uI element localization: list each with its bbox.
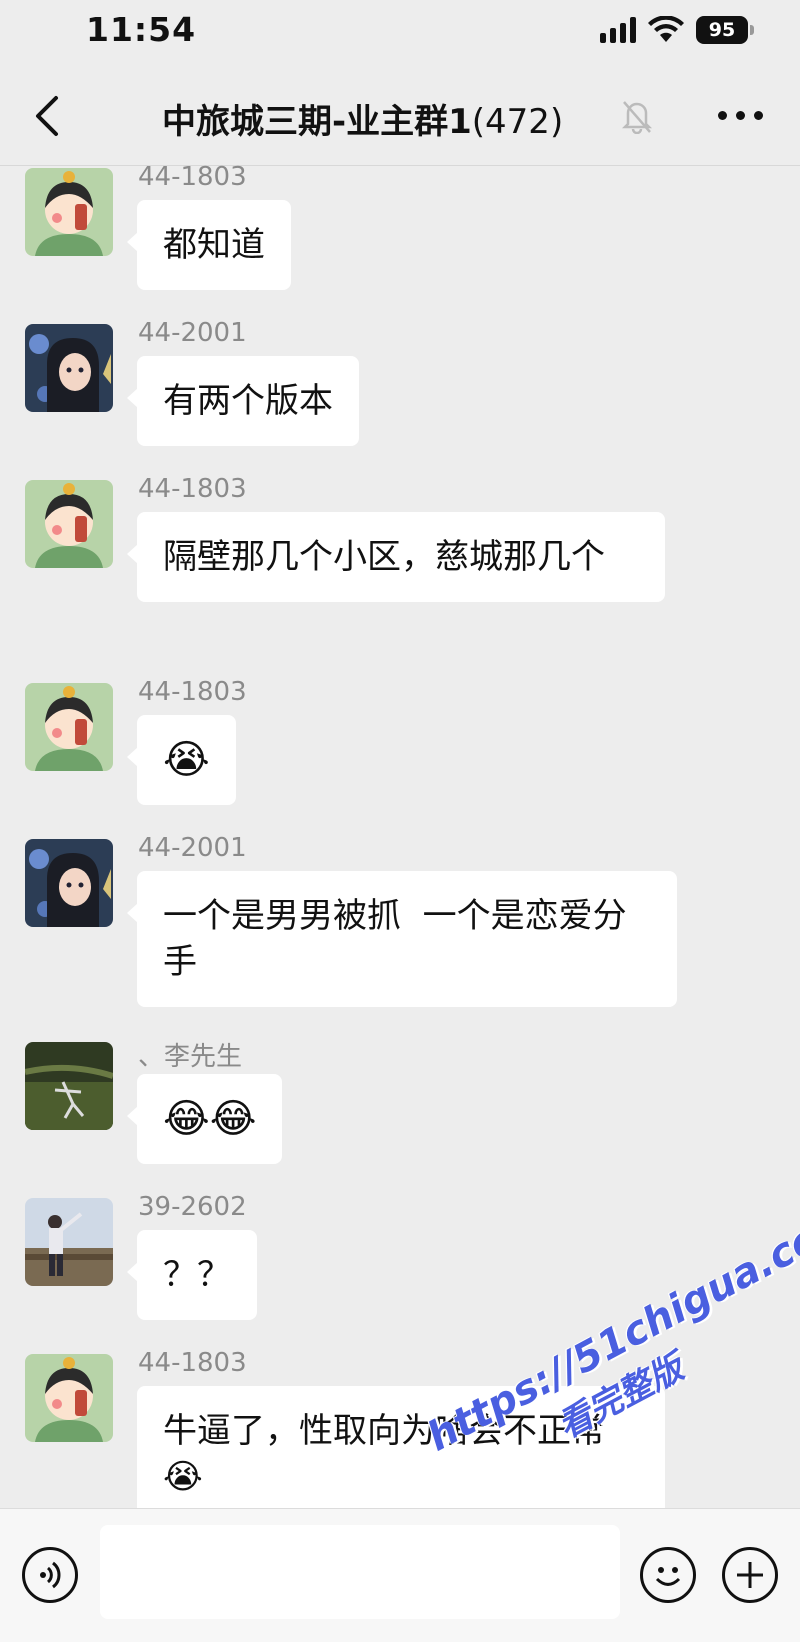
avatar-photo-person[interactable] — [25, 1198, 113, 1286]
input-bar — [0, 1508, 800, 1642]
group-name: 中旅城三期-业主群1 — [162, 102, 472, 142]
more-options-icon[interactable] — [710, 100, 770, 130]
member-count: (472) — [471, 102, 564, 142]
sender-name: 44-2001 — [138, 318, 247, 348]
emoji-icon[interactable] — [640, 1547, 696, 1603]
sender-name: 44-2001 — [138, 833, 247, 863]
status-bar: 11:54 95 — [0, 0, 800, 62]
avatar-anime-girl[interactable] — [25, 324, 113, 412]
message-bubble[interactable]: 😂😂 — [126, 1074, 283, 1164]
plus-icon[interactable] — [722, 1547, 778, 1603]
voice-input-icon[interactable] — [22, 1547, 78, 1603]
cellular-signal-icon — [600, 17, 636, 43]
sender-name: 44-1803 — [138, 677, 247, 707]
avatar-cartoon-boy[interactable] — [25, 168, 113, 256]
status-time: 11:54 — [86, 10, 197, 49]
message-bubble[interactable]: 有两个版本 — [127, 356, 359, 446]
message-input[interactable] — [100, 1525, 620, 1619]
status-icons: 95 — [600, 16, 754, 44]
sender-name: 44-1803 — [138, 162, 247, 192]
message-bubble[interactable]: 😭 — [127, 715, 236, 805]
sender-name: 44-1803 — [138, 1348, 247, 1378]
message-bubble[interactable]: 一个是男男被抓 一个是恋爱分手 — [127, 871, 677, 1007]
avatar-anime-girl[interactable] — [25, 839, 113, 927]
sender-name: 、李先生 — [138, 1042, 243, 1072]
avatar-cartoon-boy[interactable] — [25, 480, 113, 568]
avatar-cartoon-boy[interactable] — [25, 683, 113, 771]
message-bubble[interactable]: 隔壁那几个小区，慈城那几个 — [127, 512, 665, 602]
message-bubble[interactable]: ？？ — [127, 1230, 257, 1320]
chat-header: 中旅城三期-业主群1(472) — [0, 62, 800, 166]
wifi-icon — [648, 16, 684, 42]
avatar-photo-grass[interactable] — [25, 1042, 113, 1130]
mute-bell-icon — [621, 101, 653, 134]
avatar-cartoon-boy[interactable] — [25, 1354, 113, 1442]
chat-title: 中旅城三期-业主群1(472) — [162, 94, 563, 143]
battery-indicator: 95 — [696, 16, 754, 44]
sender-name: 39-2602 — [138, 1192, 247, 1222]
back-arrow-icon[interactable] — [28, 94, 68, 138]
message-bubble[interactable]: 都知道 — [127, 200, 291, 290]
sender-name: 44-1803 — [138, 474, 247, 504]
